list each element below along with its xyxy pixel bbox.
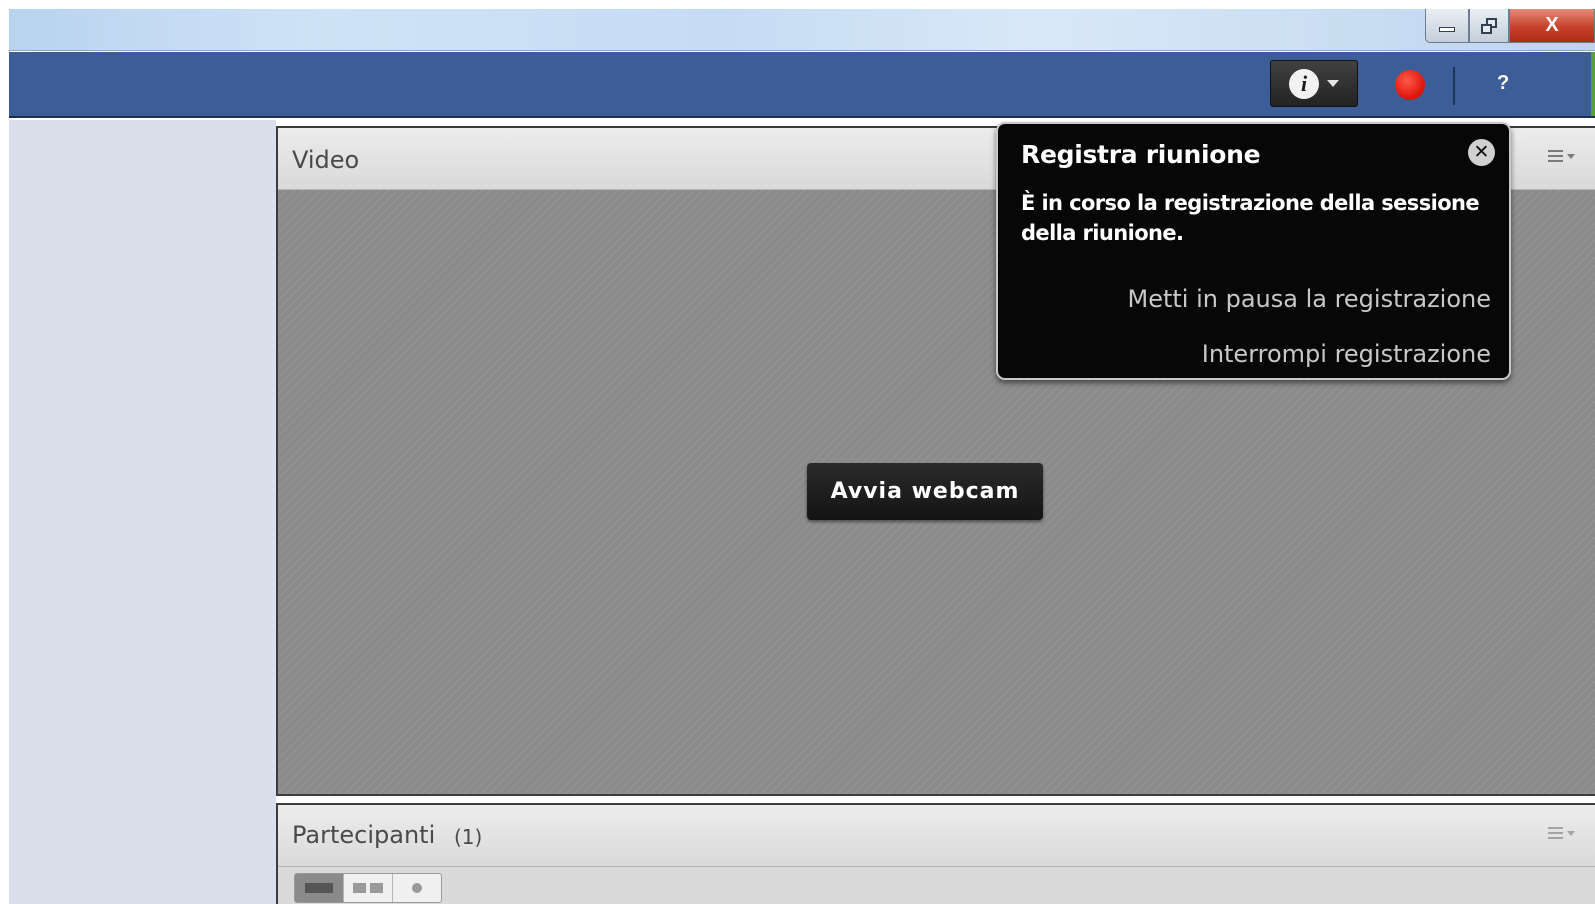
person-view-button[interactable] — [393, 874, 441, 902]
participants-pod-menu-button[interactable] — [1548, 827, 1575, 839]
menu-icon — [1548, 827, 1563, 839]
chevron-down-icon — [1327, 80, 1339, 87]
list-view-button[interactable] — [295, 874, 344, 902]
stop-recording-link[interactable]: Interrompi registrazione — [1202, 340, 1491, 368]
status-edge — [1591, 52, 1595, 116]
pause-recording-link[interactable]: Metti in pausa la registrazione — [1127, 285, 1491, 313]
app-toolbar: i ? — [9, 52, 1595, 118]
restore-icon — [1481, 17, 1497, 34]
close-icon: X — [1545, 14, 1559, 36]
popup-message: È in corso la registrazione della sessio… — [1021, 191, 1480, 245]
video-pod-title: Video — [292, 146, 360, 174]
chevron-down-icon — [1567, 830, 1575, 836]
close-window-button[interactable]: X — [1509, 9, 1595, 43]
restore-button[interactable] — [1469, 9, 1509, 43]
window-controls: X — [1425, 9, 1595, 43]
chevron-down-icon — [1567, 153, 1575, 159]
info-icon: i — [1289, 68, 1319, 99]
video-pod-menu-button[interactable] — [1548, 150, 1575, 162]
record-indicator-button[interactable] — [1395, 70, 1425, 100]
left-pane — [9, 120, 276, 904]
help-button[interactable]: ? — [1497, 72, 1509, 95]
toolbar-divider — [1453, 67, 1455, 105]
menu-icon — [1548, 150, 1563, 162]
grid-view-icon — [353, 883, 383, 893]
popup-close-button[interactable]: ✕ — [1468, 139, 1495, 166]
grid-view-button[interactable] — [344, 874, 393, 902]
minimize-button[interactable] — [1425, 9, 1469, 43]
participants-count: (1) — [454, 825, 483, 849]
record-meeting-popup: Registra riunione ✕ È in corso la regist… — [996, 122, 1511, 380]
person-icon — [412, 883, 422, 893]
window-titlebar: X — [9, 9, 1595, 51]
info-menu-button[interactable]: i — [1270, 60, 1358, 107]
popup-title: Registra riunione — [1021, 140, 1261, 169]
participants-pod-header: Partecipanti (1) — [278, 805, 1595, 867]
minimize-icon — [1439, 27, 1455, 32]
participants-view-switch — [294, 873, 442, 903]
start-webcam-button[interactable]: Avvia webcam — [807, 463, 1043, 520]
participants-pod-title: Partecipanti — [292, 821, 436, 849]
participants-pod: Partecipanti (1) — [276, 803, 1595, 904]
list-view-icon — [305, 883, 333, 893]
